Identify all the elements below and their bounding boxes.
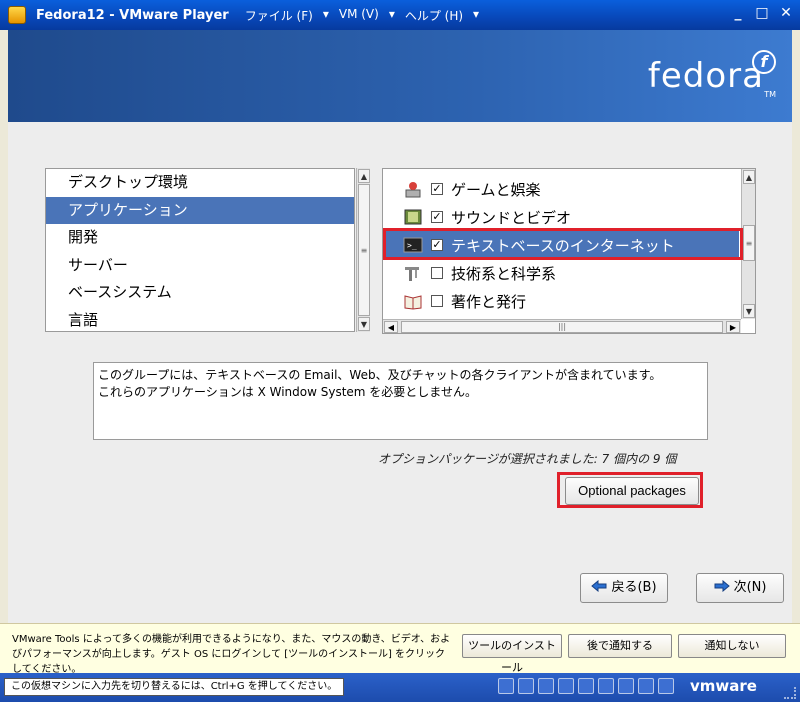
category-item[interactable]: デスクトップ環境 (46, 169, 354, 197)
remind-later-button[interactable]: 後で通知する (568, 634, 672, 658)
cd-drive-icon[interactable] (518, 678, 534, 694)
category-item[interactable]: 言語 (46, 307, 354, 335)
vmware-tools-message: VMware Tools によって多くの機能が利用できるようになり、また、マウス… (12, 634, 451, 675)
checkbox-unchecked[interactable] (431, 267, 443, 279)
network-icon[interactable] (598, 678, 614, 694)
group-label: ゲームと娯楽 (451, 180, 541, 199)
group-label: 技術系と科学系 (451, 264, 557, 283)
scroll-thumb[interactable]: ≡ (743, 225, 755, 261)
close-icon[interactable]: ✕ (778, 5, 794, 21)
vmware-app-icon (8, 6, 26, 24)
checkbox-checked[interactable]: ✓ (431, 183, 443, 195)
scroll-left-icon[interactable]: ◀ (384, 321, 398, 333)
arrow-right-icon (714, 580, 730, 592)
menu-help[interactable]: ヘルプ (H) (405, 7, 463, 24)
fedora-logo-text: fedora (647, 56, 764, 96)
partial-row (383, 155, 739, 173)
book-icon (403, 292, 423, 310)
vmware-tools-bar: VMware Tools によって多くの機能が利用できるようになり、また、マウス… (0, 623, 800, 675)
scroll-thumb[interactable]: ||| (401, 321, 723, 333)
usb-icon[interactable] (558, 678, 574, 694)
group-item[interactable]: ✓ ゲームと娯楽 (383, 175, 739, 203)
description-line: これらのアプリケーションは X Window System を必要としません。 (98, 385, 477, 399)
group-hscrollbar[interactable]: ◀ ||| ▶ (383, 319, 741, 333)
printer-icon[interactable] (618, 678, 634, 694)
install-tools-button[interactable]: ツールのインストール (462, 634, 562, 674)
group-item[interactable]: ✓ サウンドとビデオ (383, 203, 739, 231)
group-vscrollbar[interactable]: ▲ ≡ ▼ (741, 169, 755, 319)
category-item-selected[interactable]: アプリケーション (46, 196, 354, 224)
title-bar: Fedora12 - VMware Player ファイル (F) ▾ VM (V… (0, 0, 800, 30)
chevron-down-icon[interactable]: ▾ (473, 7, 479, 24)
scroll-right-icon[interactable]: ▶ (726, 321, 740, 333)
back-button-label: 戻る(B) (611, 580, 657, 595)
category-item[interactable]: 開発 (46, 224, 354, 252)
vmware-brand: vmware (690, 677, 757, 695)
category-item[interactable]: ベースシステム (46, 279, 354, 307)
device-icon[interactable] (638, 678, 654, 694)
window-controls: _ □ ✕ (730, 5, 794, 21)
scroll-up-icon[interactable]: ▲ (358, 169, 370, 183)
fedora-banner: fedora f TM (8, 30, 792, 122)
device-icons (498, 678, 674, 694)
scroll-up-icon[interactable]: ▲ (743, 170, 755, 184)
fedora-logo-icon: f (752, 50, 776, 74)
category-item[interactable]: サーバー (46, 252, 354, 280)
back-button[interactable]: 戻る(B) (580, 573, 668, 603)
status-bar: この仮想マシンに入力先を切り替えるには、Ctrl+G を押してください。 vmw… (0, 673, 800, 702)
group-description: このグループには、テキストベースの Email、Web、及びチャットの各クライア… (93, 362, 708, 440)
maximize-icon[interactable]: □ (754, 5, 770, 21)
highlight-box-selected-group (383, 228, 743, 260)
bluetooth-icon[interactable] (658, 678, 674, 694)
menu-vm[interactable]: VM (V) (339, 7, 379, 24)
checkbox-unchecked[interactable] (431, 295, 443, 307)
group-item[interactable]: 技術系と科学系 (383, 259, 739, 287)
scroll-down-icon[interactable]: ▼ (743, 304, 755, 318)
group-item[interactable]: 著作と発行 (383, 287, 739, 315)
input-hint: この仮想マシンに入力先を切り替えるには、Ctrl+G を押してください。 (4, 678, 345, 696)
film-icon (403, 208, 423, 226)
group-label: 著作と発行 (451, 292, 527, 311)
game-icon (403, 180, 423, 198)
next-button[interactable]: 次(N) (696, 573, 784, 603)
description-line: このグループには、テキストベースの Email、Web、及びチャットの各クライア… (98, 368, 662, 382)
menu-file[interactable]: ファイル (F) (245, 7, 313, 24)
optional-packages-status: オプションパッケージが選択されました: 7 個内の 9 個 (378, 452, 677, 466)
group-label: サウンドとビデオ (451, 208, 572, 227)
scroll-thumb[interactable]: ≡ (358, 184, 370, 316)
window-title: Fedora12 - VMware Player (36, 7, 229, 23)
hard-disk-icon[interactable] (498, 678, 514, 694)
next-button-label: 次(N) (733, 580, 767, 595)
trademark: TM (764, 90, 776, 99)
tools-icon (403, 264, 423, 282)
chevron-down-icon[interactable]: ▾ (389, 7, 395, 24)
category-scrollbar[interactable]: ▲ ≡ ▼ (356, 168, 370, 332)
sound-icon[interactable] (578, 678, 594, 694)
scroll-down-icon[interactable]: ▼ (358, 317, 370, 331)
resize-grip-icon[interactable] (784, 687, 796, 699)
category-list[interactable]: デスクトップ環境 アプリケーション 開発 サーバー ベースシステム 言語 (45, 168, 355, 332)
checkbox-checked[interactable]: ✓ (431, 211, 443, 223)
arrow-left-icon (591, 580, 607, 592)
floppy-icon[interactable] (538, 678, 554, 694)
optional-packages-button[interactable]: Optional packages (565, 477, 699, 505)
menu-bar: ファイル (F) ▾ VM (V) ▾ ヘルプ (H) ▾ (245, 7, 479, 24)
never-notify-button[interactable]: 通知しない (678, 634, 786, 658)
minimize-icon[interactable]: _ (730, 5, 746, 21)
guest-screen[interactable]: fedora f TM デスクトップ環境 アプリケーション 開発 サーバー ベー… (8, 30, 792, 623)
chevron-down-icon[interactable]: ▾ (323, 7, 329, 24)
